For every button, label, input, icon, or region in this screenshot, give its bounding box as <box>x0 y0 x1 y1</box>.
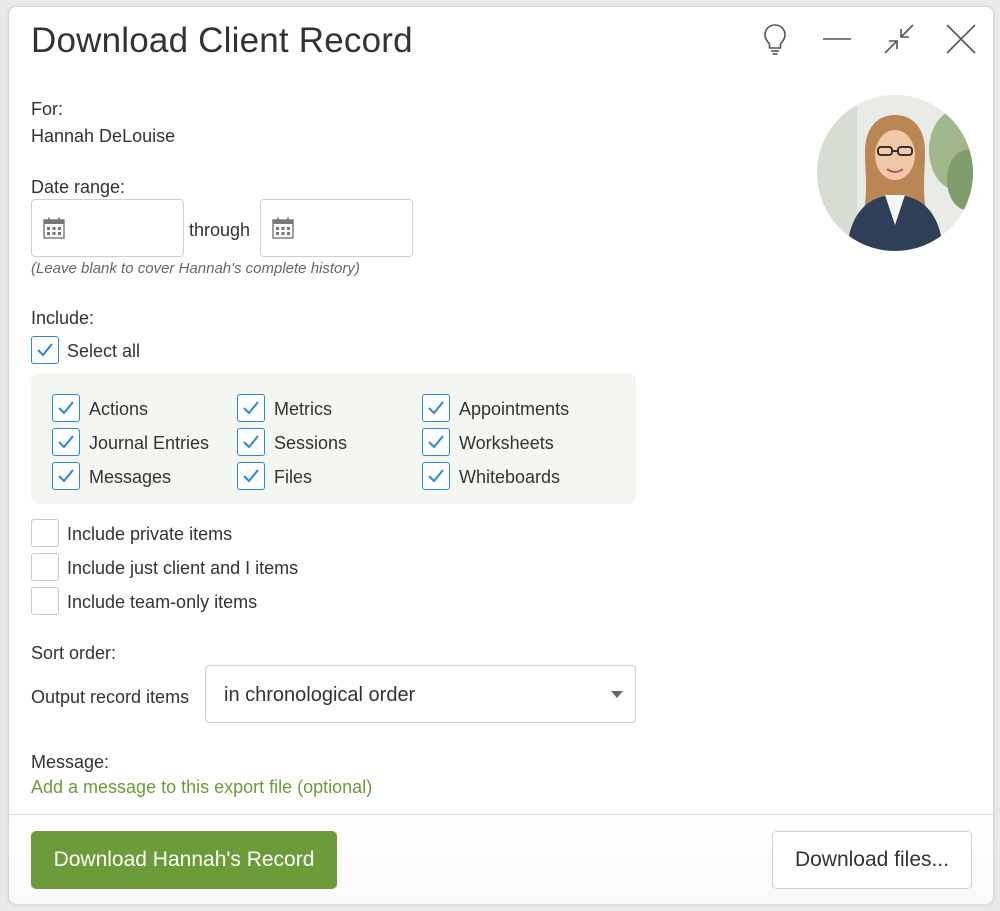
actions-label: Actions <box>89 399 149 419</box>
message-label: Message: <box>31 752 110 772</box>
checkmark-icon <box>58 435 74 449</box>
sessions-label: Sessions <box>274 433 348 453</box>
client-and-i-items-label: Include just client and I items <box>67 558 299 578</box>
calendar-icon <box>43 217 65 239</box>
client-avatar <box>817 95 973 251</box>
client-name: Hannah DeLouise <box>31 126 176 146</box>
end-date-field[interactable] <box>260 199 413 257</box>
lightbulb-icon[interactable] <box>757 21 793 57</box>
files-label: Files <box>274 467 313 487</box>
checkmark-icon <box>428 435 444 449</box>
checkmark-icon <box>428 401 444 415</box>
window-controls <box>757 21 979 57</box>
team-only-items-label: Include team-only items <box>67 592 258 612</box>
checkmark-icon <box>58 401 74 415</box>
select-all-label: Select all <box>67 341 141 361</box>
output-record-label: Output record items <box>31 687 190 707</box>
calendar-icon <box>272 217 294 239</box>
private-items-checkbox[interactable] <box>31 519 59 547</box>
private-items-label: Include private items <box>67 524 233 544</box>
metrics-checkbox[interactable] <box>237 394 265 422</box>
sort-order-value: in chronological order <box>224 684 416 706</box>
metrics-label: Metrics <box>274 399 332 419</box>
sessions-checkbox[interactable] <box>237 428 265 456</box>
messages-checkbox[interactable] <box>52 462 80 490</box>
select-all-checkbox[interactable] <box>31 336 59 364</box>
client-and-i-items-checkbox[interactable] <box>31 553 59 581</box>
appointments-checkbox[interactable] <box>422 394 450 422</box>
download-record-dialog: Download Client Record For: Hannah DeLou… <box>8 6 994 904</box>
dialog-title: Download Client Record <box>31 21 413 60</box>
for-label: For: <box>31 99 64 119</box>
worksheets-label: Worksheets <box>459 433 554 453</box>
start-date-field[interactable] <box>31 199 184 257</box>
collapse-icon[interactable] <box>881 21 917 57</box>
checkmark-icon <box>428 469 444 483</box>
checkmark-icon <box>243 469 259 483</box>
journal-entries-checkbox[interactable] <box>52 428 80 456</box>
team-only-items-checkbox[interactable] <box>31 587 59 615</box>
worksheets-checkbox[interactable] <box>422 428 450 456</box>
journal-entries-label: Journal Entries <box>89 433 210 453</box>
download-record-button[interactable]: Download Hannah's Record <box>31 831 337 889</box>
messages-label: Messages <box>89 467 172 487</box>
checkmark-icon <box>37 343 53 357</box>
sort-order-select[interactable]: in chronological order <box>205 665 636 723</box>
include-label: Include: <box>31 308 95 328</box>
chevron-down-icon <box>611 691 623 698</box>
checkmark-icon <box>243 435 259 449</box>
download-files-button[interactable]: Download files... <box>772 831 972 889</box>
files-checkbox[interactable] <box>237 462 265 490</box>
whiteboards-label: Whiteboards <box>459 467 561 487</box>
date-range-label: Date range: <box>31 177 126 197</box>
sort-order-label: Sort order: <box>31 643 117 663</box>
date-separator: through <box>189 220 251 240</box>
appointments-label: Appointments <box>459 399 570 419</box>
add-message-link[interactable]: Add a message to this export file (optio… <box>31 777 372 798</box>
checkmark-icon <box>58 469 74 483</box>
minimize-icon[interactable] <box>819 21 855 57</box>
date-range-hint: (Leave blank to cover Hannah's complete … <box>31 260 360 277</box>
close-icon[interactable] <box>943 21 979 57</box>
whiteboards-checkbox[interactable] <box>422 462 450 490</box>
checkmark-icon <box>243 401 259 415</box>
actions-checkbox[interactable] <box>52 394 80 422</box>
